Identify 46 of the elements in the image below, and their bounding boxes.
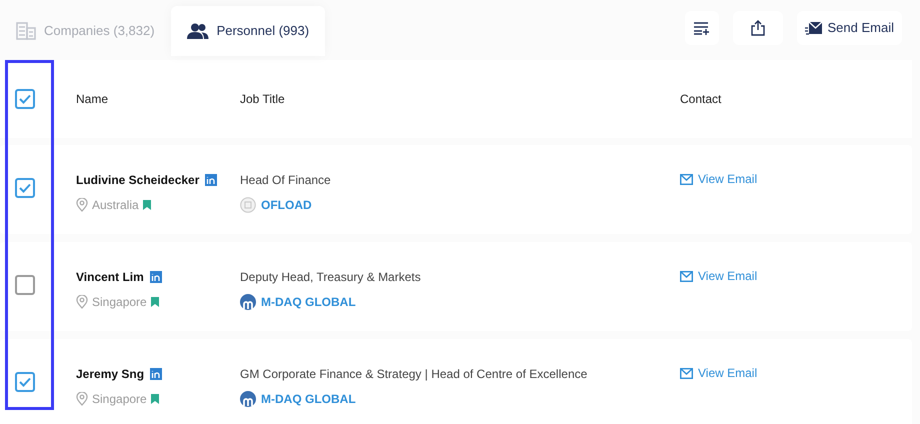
envelope-icon (680, 368, 693, 378)
company-logo-icon (240, 391, 256, 407)
checkmark-icon (19, 377, 31, 387)
checkmark-icon (19, 94, 31, 104)
people-icon (186, 23, 209, 39)
job-title: GM Corporate Finance & Strategy | Head of Centre of Excellence (240, 366, 588, 383)
checkbox[interactable] (15, 372, 35, 392)
table-row[interactable]: Vincent Lim Singapore Deputy Head, Treasury & Markets M-DAQ GLOBAL View Email (0, 242, 912, 331)
location-pin-icon (76, 198, 88, 212)
tab[interactable]: Personnel (993) (170, 6, 326, 56)
location-pin-icon (76, 295, 88, 309)
linkedin-icon[interactable] (150, 271, 162, 283)
job-title: Head Of Finance (240, 172, 332, 189)
share-icon (750, 20, 765, 36)
linkedin-icon[interactable] (150, 368, 162, 380)
column-header: Name (76, 91, 110, 108)
location-text: Australia (92, 197, 139, 214)
location-pin-icon (76, 392, 88, 406)
linkedin-icon[interactable] (205, 174, 218, 186)
person-name[interactable]: Vincent Lim (76, 268, 144, 286)
envelope-icon (804, 21, 822, 35)
add-list-button[interactable] (684, 11, 719, 45)
checkbox[interactable] (15, 275, 35, 295)
building-icon (16, 22, 36, 40)
checkbox[interactable] (15, 89, 35, 109)
bookmark-icon[interactable] (150, 394, 159, 404)
column-header: Job Title (240, 91, 286, 108)
column-header: Contact (680, 91, 722, 108)
bookmark-icon[interactable] (142, 200, 151, 210)
person-name[interactable]: Jeremy Sng (76, 365, 144, 383)
checkbox[interactable] (15, 178, 35, 198)
checkmark-icon (19, 183, 31, 193)
bookmark-icon[interactable] (150, 297, 159, 307)
location-text: Singapore (92, 391, 147, 408)
company-logo-icon (240, 294, 256, 310)
envelope-icon (680, 270, 693, 282)
envelope-icon (680, 174, 693, 184)
add-list-icon (694, 22, 710, 34)
person-name[interactable]: Ludivine Scheidecker (76, 171, 200, 189)
company-logo-icon (240, 197, 256, 213)
export-button[interactable] (732, 11, 783, 45)
send-email-button[interactable]: Send Email (796, 11, 902, 45)
job-title: Deputy Head, Treasury & Markets (240, 269, 422, 286)
location-text: Singapore (92, 294, 147, 311)
table-row[interactable]: Ludivine Scheidecker Australia Head Of Finance OFLOAD View Email (0, 145, 912, 234)
table-row[interactable]: Jeremy Sng Singapore GM Corporate Finance & Strategy | Head of Centre of Excellence M-DAQ GLOBAL View Email (0, 339, 912, 424)
